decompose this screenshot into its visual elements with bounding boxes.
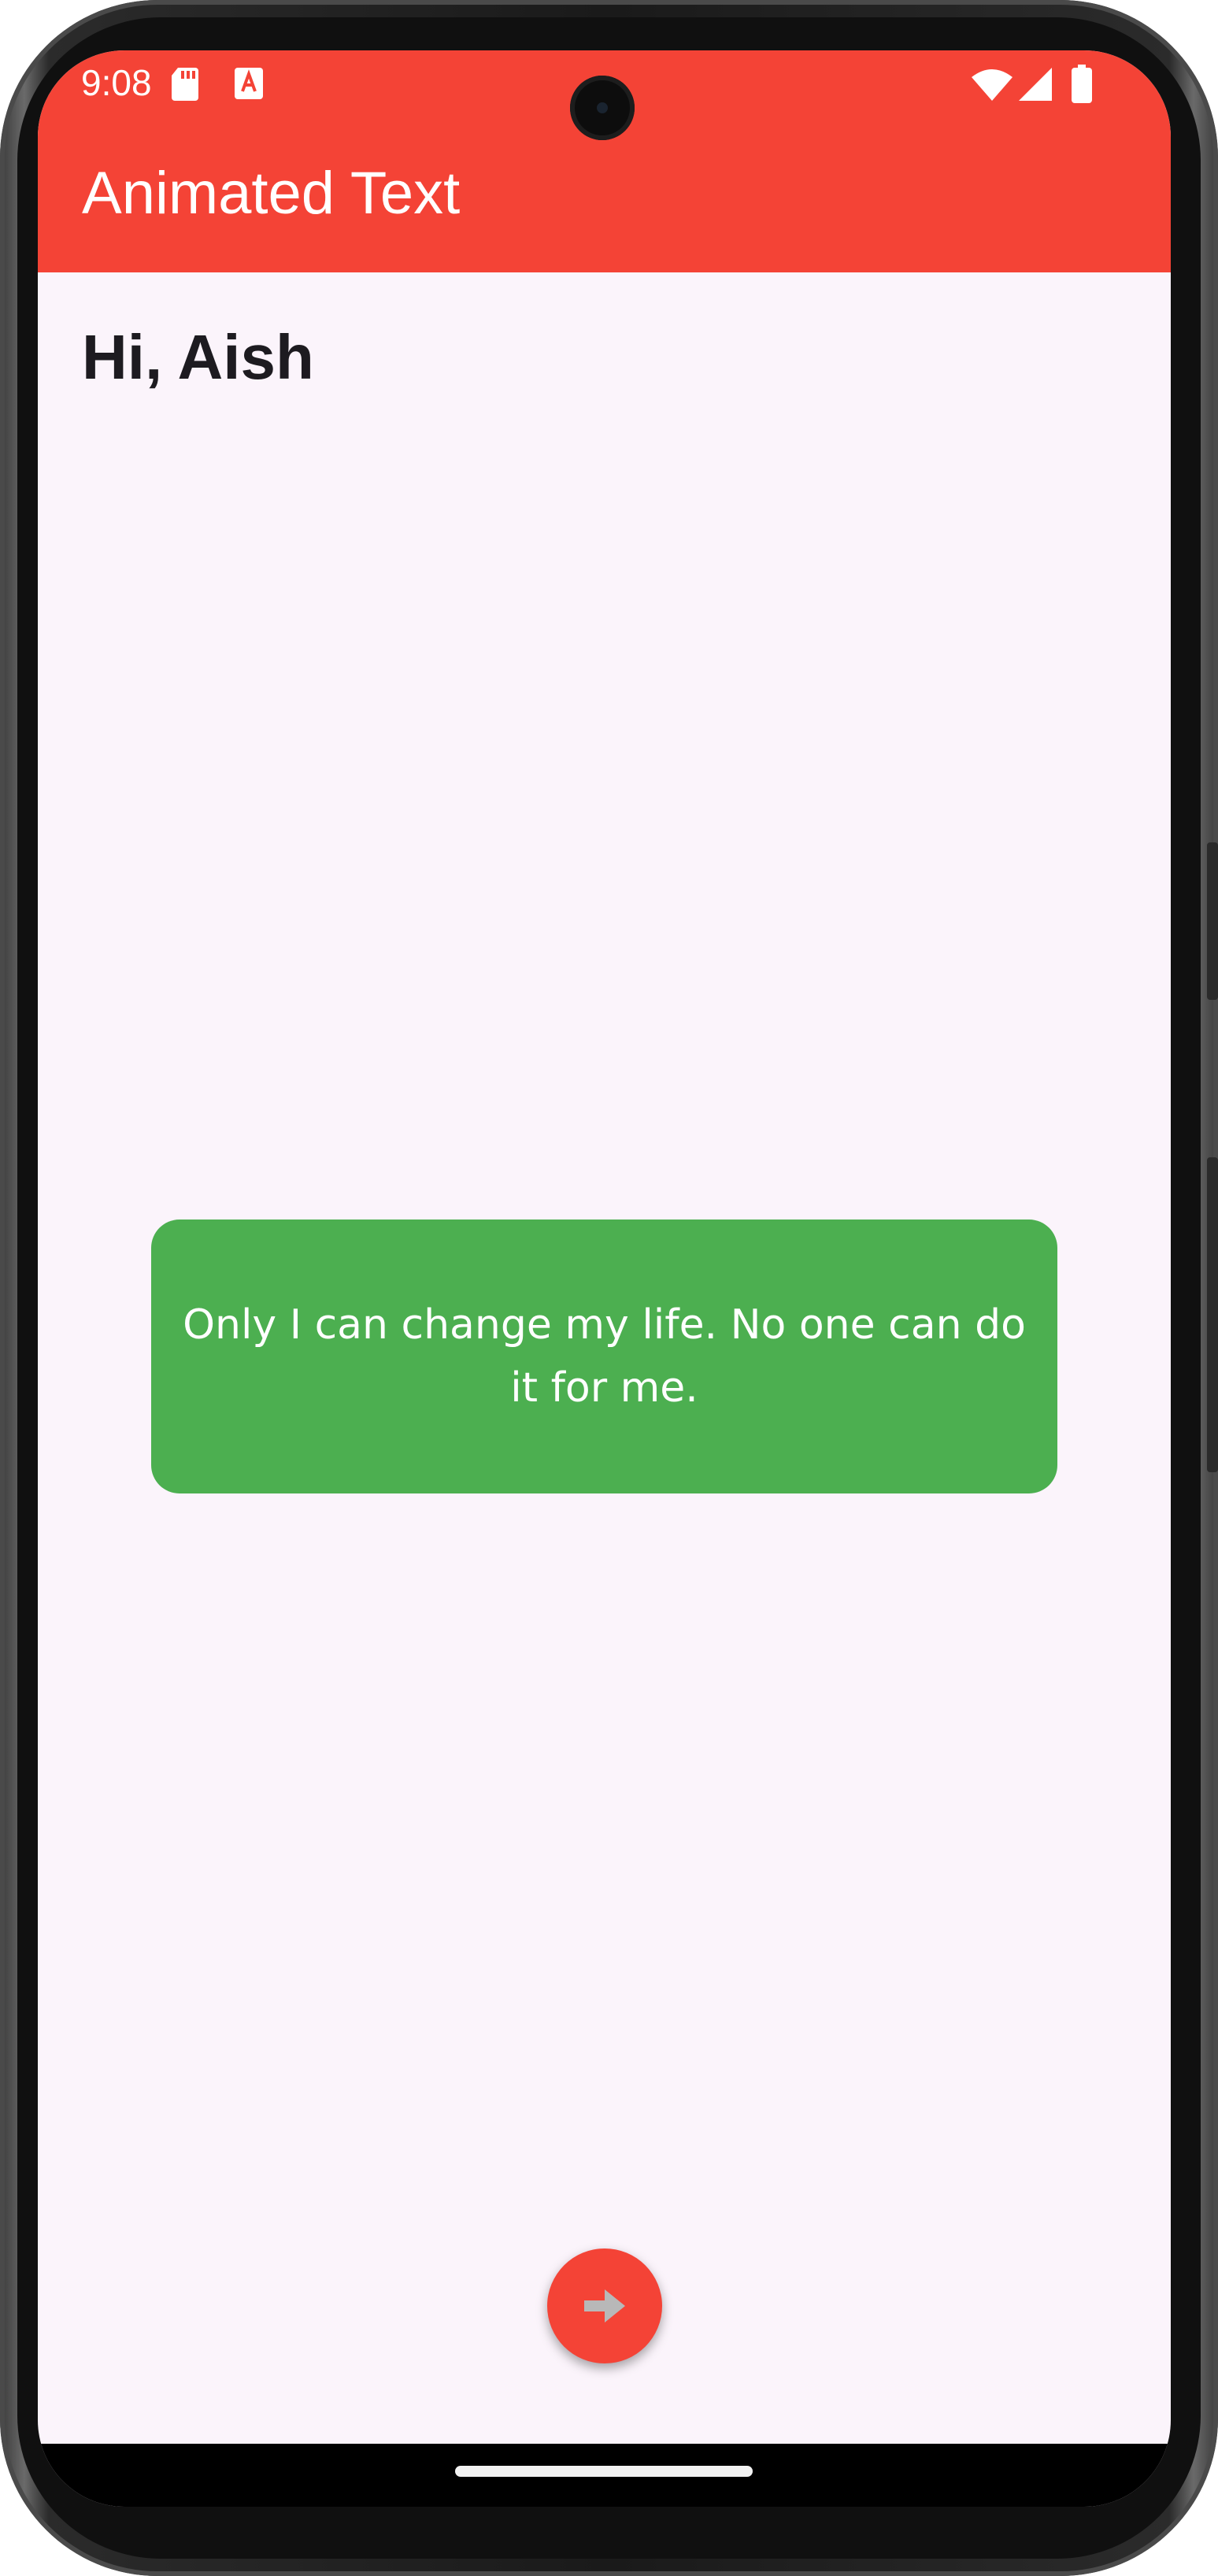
app-title: Animated Text	[82, 160, 461, 227]
status-time: 9:08	[81, 62, 152, 103]
front-camera	[570, 76, 635, 140]
text-a-icon	[233, 66, 265, 105]
signal-icon	[1017, 66, 1053, 106]
phone-frame: 9:08 Animated Text Hi, Aish Only I can c…	[0, 0, 1218, 2576]
quote-card: Only I can change my life. No one can do…	[151, 1220, 1057, 1493]
battery-icon	[1071, 65, 1093, 108]
arrow-forward-icon	[581, 2286, 628, 2326]
next-button[interactable]	[547, 2248, 662, 2363]
sd-card-icon	[170, 66, 200, 106]
greeting-text: Hi, Aish	[82, 322, 314, 392]
app-bar: 9:08 Animated Text	[38, 50, 1171, 272]
screen: 9:08 Animated Text Hi, Aish Only I can c…	[38, 50, 1171, 2507]
navigation-bar	[38, 2444, 1171, 2507]
power-button	[1207, 842, 1218, 1000]
volume-button	[1207, 1157, 1218, 1472]
quote-text: Only I can change my life. No one can do…	[183, 1301, 1026, 1412]
wifi-icon	[970, 68, 1014, 106]
home-gesture-handle[interactable]	[455, 2466, 753, 2477]
